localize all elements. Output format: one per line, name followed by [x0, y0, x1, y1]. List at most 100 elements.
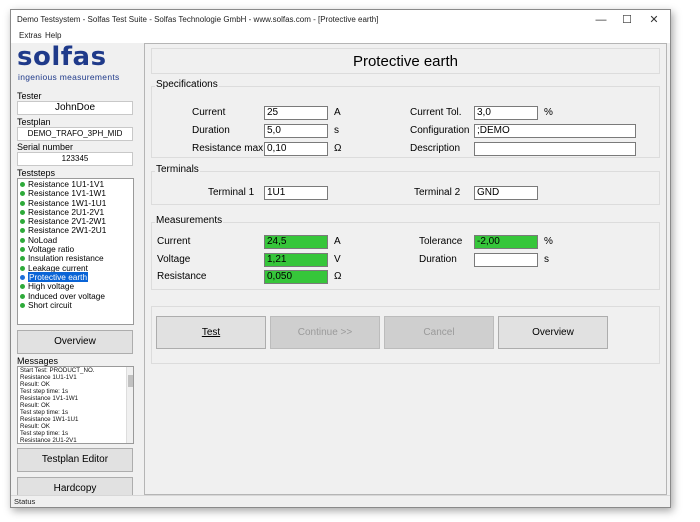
spec-resistance-input[interactable]: 0,10	[264, 142, 328, 156]
status-dot-icon	[20, 200, 25, 206]
status-dot-icon	[20, 302, 25, 308]
spec-current-unit: A	[334, 107, 341, 118]
status-dot-icon	[20, 209, 25, 215]
meas-current-value: 24,5	[264, 235, 328, 249]
status-dot-icon	[20, 228, 25, 234]
spec-description-label: Description	[410, 143, 461, 154]
list-item: Resistance 2U1-2V1	[20, 437, 77, 444]
status-dot-icon	[20, 219, 25, 225]
status-bar: Status	[11, 495, 670, 507]
teststeps-label: Teststeps	[17, 168, 56, 178]
spec-configuration-label: Configuration	[410, 125, 470, 136]
spec-resistance-unit: Ω	[334, 143, 342, 154]
logo-text: solfas	[17, 42, 107, 72]
status-dot-icon	[20, 284, 25, 290]
messages-label: Messages	[17, 356, 59, 366]
terminal2-label: Terminal 2	[414, 187, 461, 198]
meas-current-unit: A	[334, 236, 341, 247]
status-dot-icon	[20, 247, 25, 253]
terminal1-input[interactable]: 1U1	[264, 186, 328, 200]
measurements-group: Measurements Current 24,5 A Voltage 1,21…	[151, 215, 660, 290]
actions-group: Test Continue >> Cancel Overview	[151, 306, 660, 364]
status-dot-icon	[20, 265, 25, 271]
menu-bar: Extras Help	[11, 30, 670, 43]
test-button[interactable]: Test	[156, 316, 266, 349]
terminals-title: Terminals	[155, 164, 200, 175]
spec-configuration-input[interactable]: ;DEMO	[474, 124, 636, 138]
meas-duration-unit: s	[544, 254, 549, 265]
list-item: Test step time: 1s	[20, 388, 69, 395]
list-item: Result: OK	[20, 381, 50, 388]
main-panel: Protective earth Specifications Current …	[144, 43, 667, 495]
meas-voltage-label: Voltage	[157, 254, 191, 265]
terminal2-input[interactable]: GND	[474, 186, 538, 200]
list-item: Start Test: PRODUCT_NO.	[20, 367, 95, 374]
list-item: Resistance 1W1-1U1	[20, 416, 79, 423]
spec-current-input[interactable]: 25	[264, 106, 328, 120]
minimize-icon[interactable]: —	[589, 12, 613, 28]
spec-resistance-label: Resistance max.	[192, 143, 266, 154]
meas-resistance-label: Resistance	[157, 271, 207, 282]
menu-extras[interactable]: Extras	[19, 31, 42, 40]
meas-duration-label: Duration	[419, 254, 457, 265]
terminal1-label: Terminal 1	[208, 187, 255, 198]
serial-field[interactable]: 123345	[17, 152, 133, 166]
teststeps-list[interactable]: Resistance 1U1-1V1 Resistance 1V1-1W1 Re…	[17, 178, 134, 325]
messages-list[interactable]: Start Test: PRODUCT_NO. Resistance 1U1-1…	[17, 366, 134, 444]
spec-duration-input[interactable]: 5,0	[264, 124, 328, 138]
specifications-group: Specifications Current 25 A Duration 5,0…	[151, 79, 660, 158]
serial-label: Serial number	[17, 142, 74, 152]
spec-current-tol-input[interactable]: 3,0	[474, 106, 538, 120]
spec-current-tol-unit: %	[544, 107, 553, 118]
spec-current-label: Current	[192, 107, 226, 118]
tester-field[interactable]: JohnDoe	[17, 101, 133, 115]
list-item: Result: OK	[20, 402, 50, 409]
list-item: Resistance 1V1-1W1	[20, 395, 79, 402]
status-dot-icon	[20, 256, 25, 262]
status-dot-icon	[20, 293, 25, 299]
meas-tolerance-label: Tolerance	[419, 236, 463, 247]
list-item[interactable]: Short circuit	[18, 300, 133, 310]
cancel-button[interactable]: Cancel	[384, 316, 494, 349]
meas-duration-value	[474, 253, 538, 267]
specifications-title: Specifications	[155, 79, 219, 90]
meas-resistance-unit: Ω	[334, 271, 342, 282]
testplan-field[interactable]: DEMO_TRAFO_3PH_MID	[17, 127, 133, 141]
meas-voltage-value: 1,21	[264, 253, 328, 267]
sidebar: solfas ingenious measurements Tester Joh…	[11, 42, 141, 501]
title-bar: Demo Testsystem - Solfas Test Suite - So…	[11, 10, 670, 30]
meas-voltage-unit: V	[334, 254, 341, 265]
testplan-editor-button[interactable]: Testplan Editor	[17, 448, 133, 472]
list-item: Test step time: 1s	[20, 409, 69, 416]
solfas-logo: solfas ingenious measurements	[15, 42, 137, 85]
meas-current-label: Current	[157, 236, 191, 247]
menu-help[interactable]: Help	[45, 31, 61, 40]
maximize-icon[interactable]: ☐	[615, 12, 639, 28]
sidebar-overview-button[interactable]: Overview	[17, 330, 133, 354]
continue-button[interactable]: Continue >>	[270, 316, 380, 349]
messages-scrollbar[interactable]	[126, 367, 133, 443]
main-overview-button[interactable]: Overview	[498, 316, 608, 349]
terminals-group: Terminals Terminal 1 1U1 Terminal 2 GND	[151, 164, 660, 205]
close-icon[interactable]: ✕	[642, 12, 666, 28]
spec-duration-unit: s	[334, 125, 339, 136]
status-text: Status	[14, 497, 36, 506]
status-dot-icon	[20, 274, 25, 280]
spec-description-input[interactable]	[474, 142, 636, 156]
meas-resistance-value: 0,050	[264, 270, 328, 284]
spec-current-tol-label: Current Tol.	[410, 107, 462, 118]
meas-tolerance-unit: %	[544, 236, 553, 247]
list-item: Test step time: 1s	[20, 430, 69, 437]
status-dot-icon	[20, 237, 25, 243]
status-dot-icon	[20, 182, 25, 187]
tester-label: Tester	[17, 91, 42, 101]
measurements-title: Measurements	[155, 215, 224, 226]
window-title: Demo Testsystem - Solfas Test Suite - So…	[17, 15, 379, 24]
page-title: Protective earth	[151, 48, 660, 74]
spec-duration-label: Duration	[192, 125, 230, 136]
logo-subtitle: ingenious measurements	[18, 72, 120, 82]
scroll-thumb[interactable]	[128, 375, 133, 387]
list-item: Result: OK	[20, 423, 50, 430]
status-dot-icon	[20, 191, 25, 197]
list-item: Resistance 1U1-1V1	[20, 374, 77, 381]
